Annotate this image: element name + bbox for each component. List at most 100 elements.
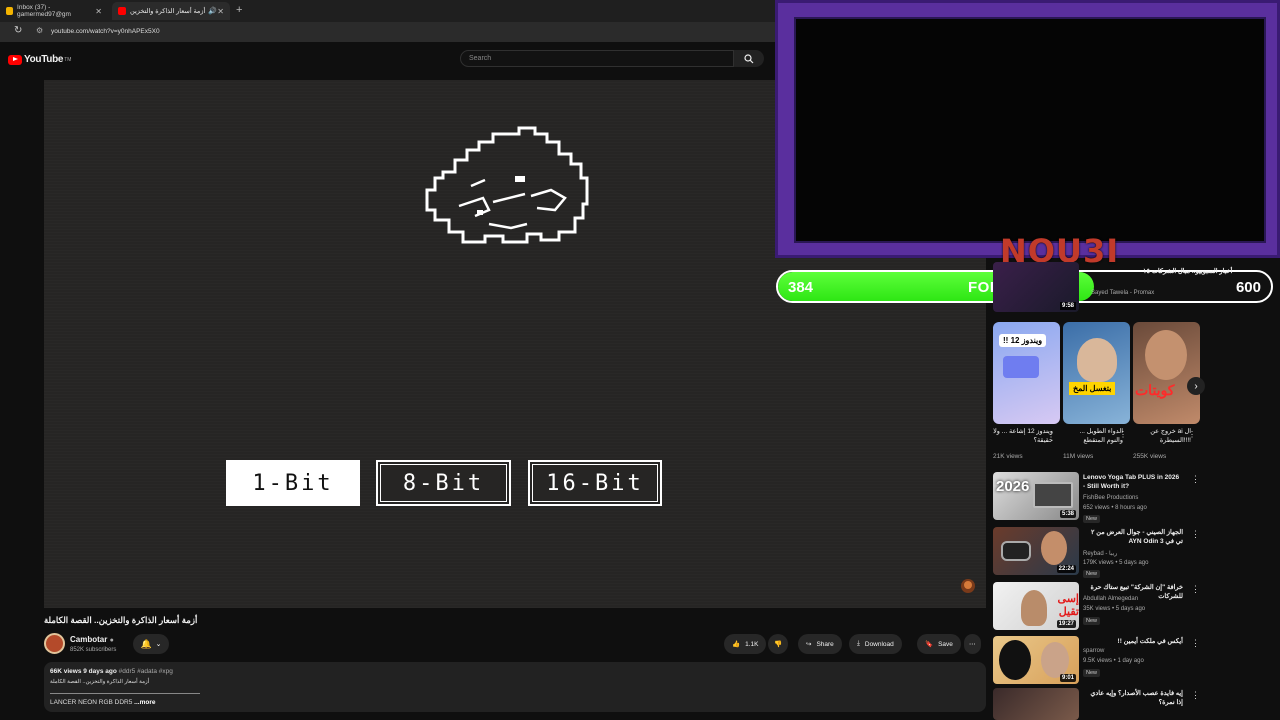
video-stats: 66K views 9 days ago #ddr5 #adata #xpg — [50, 668, 173, 675]
channel-name[interactable]: sparrow — [1083, 648, 1104, 654]
thumbnail: 2026 5:38 — [993, 472, 1079, 520]
short-thumb-2[interactable]: بتغسل المخ — [1063, 322, 1130, 424]
view-count: 35K views • 5 days ago — [1083, 606, 1146, 612]
close-icon[interactable]: ✕ — [95, 7, 102, 16]
short-badge: بتغسل المخ — [1069, 382, 1116, 395]
share-icon: ↪ — [806, 641, 812, 648]
tablet-graphic — [1033, 482, 1073, 508]
close-icon[interactable]: ✕ — [217, 7, 224, 16]
more-actions-button[interactable]: ⋯ — [964, 634, 981, 654]
save-label: Save — [938, 640, 953, 648]
bit-option-16[interactable]: 16-Bit — [528, 460, 662, 506]
short-badge: ويندوز 12 !! — [999, 334, 1047, 347]
like-button[interactable]: 👍 1.1K — [724, 634, 767, 654]
more-icon[interactable]: ⋮ — [1119, 430, 1127, 439]
search-button[interactable] — [734, 50, 764, 67]
thumbnail — [993, 688, 1079, 720]
recommendation-item[interactable]: 2026 5:38 Lenovo Yoga Tab PLUS in 2026 -… — [993, 472, 1273, 524]
handheld-graphic — [1001, 541, 1031, 561]
channel-name[interactable]: Abdullah Almegedan — [1083, 596, 1138, 602]
short-title[interactable]: الدواء الطويل ... والنوم المتقطع — [1063, 427, 1123, 445]
short-badge: كويتات — [1135, 382, 1175, 398]
avatar[interactable] — [44, 633, 65, 654]
thumbnail: 9:58 — [993, 262, 1079, 312]
download-label: Download — [864, 640, 894, 648]
url-field[interactable]: youtube.com/watch?v=y0nhAPEx5X0 — [51, 28, 160, 35]
more-link[interactable]: ...more — [134, 699, 155, 706]
short-title[interactable]: ويندوز 12 إشاعة ... ولا حقيقة؟ — [993, 427, 1053, 445]
shorts-shelf: ويندوز 12 !! بتغسل المخ كويتات ويندوز 12… — [993, 322, 1203, 462]
verified-icon: ● — [109, 637, 114, 644]
thumb-text: 2026 — [996, 478, 1030, 495]
thumbnail: 22:24 — [993, 527, 1079, 575]
tab-label: أزمة أسعار الذاكرة والتخزين — [130, 8, 206, 15]
duration-badge: 9:01 — [1059, 674, 1076, 682]
new-badge: New — [1083, 617, 1101, 625]
new-badge: New — [1083, 669, 1101, 677]
more-icon[interactable]: ⋮ — [1047, 430, 1055, 439]
channel-name-text: Cambotar — [70, 635, 108, 644]
windows-graphic — [1003, 356, 1039, 378]
more-icon[interactable]: ⋮ — [1191, 584, 1200, 595]
reload-icon[interactable]: ↻ — [14, 25, 22, 36]
bit-option-1[interactable]: 1-Bit — [226, 460, 360, 506]
dislike-button[interactable]: 👎 — [768, 634, 789, 654]
followers-current: 384 — [788, 279, 814, 296]
download-icon: ⤓ — [857, 640, 860, 647]
tab-inbox[interactable]: Inbox (37) - gamermed97@gm ✕ — [0, 2, 108, 20]
more-icon[interactable]: ⋮ — [1191, 638, 1200, 649]
thumbnail: إسى تقيل 19:27 — [993, 582, 1079, 630]
channel-name[interactable]: Cambotar ● — [70, 635, 114, 644]
thumbnail: 9:01 — [993, 636, 1079, 684]
recommendation-item[interactable]: إسى تقيل 19:27 خرافة "إن الشركة" تبيع ست… — [993, 582, 1273, 634]
more-icon[interactable]: ⋮ — [1191, 690, 1200, 701]
gmail-icon — [6, 7, 14, 15]
tab-youtube[interactable]: أزمة أسعار الذاكرة والتخزين 🔊 ✕ — [112, 2, 230, 20]
duration-badge: 9:58 — [1059, 302, 1076, 310]
view-count: 179K views • 5 days ago — [1083, 560, 1149, 566]
description-box[interactable]: 66K views 9 days ago #ddr5 #adata #xpg أ… — [44, 662, 986, 712]
youtube-logo[interactable]: YouTube TM — [8, 54, 71, 65]
short-thumb-1[interactable]: ويندوز 12 !! — [993, 322, 1060, 424]
recommendation-item[interactable]: إيه فايدة عصب الأصدار؟ وإيه عادي إذا نمر… — [993, 688, 1273, 720]
channel-watermark-icon[interactable] — [960, 578, 976, 594]
more-icon[interactable]: ⋮ — [1191, 474, 1200, 485]
speaker-icon[interactable]: 🔊 — [208, 7, 217, 15]
hashtags[interactable]: #ddr5 #adata #xpg — [119, 668, 173, 675]
channel-name[interactable]: Reybad - ريبا — [1083, 550, 1117, 557]
search-input[interactable]: Search — [460, 50, 734, 67]
download-button[interactable]: ⤓ Download — [849, 634, 902, 654]
view-count: 66K views — [50, 668, 82, 675]
partial-recommendation[interactable]: 9:58 أخبار السبوبيو.. مبال الشركات ١٥ Sa… — [993, 262, 1232, 312]
recommendation-item[interactable]: 22:24 الجهاز الصيني - جوال العرض من ٢ تي… — [993, 527, 1273, 579]
view-count: 9.5K views • 1 day ago — [1083, 658, 1144, 664]
more-icon[interactable]: ⋮ — [1188, 430, 1196, 439]
video-title: أزمة أسعار الذاكرة والتخزين.. القصة الكا… — [44, 615, 198, 625]
product-name: LANCER NEON RGB DDR5 — [50, 699, 133, 706]
duration-badge: 5:38 — [1059, 510, 1076, 518]
short-thumb-3[interactable]: كويتات — [1133, 322, 1200, 424]
new-badge: New — [1083, 515, 1101, 523]
channel-name: Sayed Tawela - Promax — [1091, 290, 1155, 296]
person-face — [1145, 330, 1187, 380]
youtube-play-icon — [8, 54, 22, 65]
upload-age: 9 days ago — [83, 668, 117, 675]
more-icon[interactable]: ⋮ — [1191, 529, 1200, 540]
bit-option-8[interactable]: 8-Bit — [376, 460, 511, 506]
channel-name[interactable]: FishBee Productions — [1083, 495, 1138, 501]
bookmark-icon: 🔖 — [925, 641, 934, 648]
save-button[interactable]: 🔖 Save — [917, 634, 961, 654]
short-title[interactable]: خروج عن ai ال السيطرة!!!! — [1131, 427, 1191, 445]
notification-bell-button[interactable]: 🔔 ⌄ — [133, 634, 169, 654]
new-tab-button[interactable]: + — [236, 4, 242, 16]
site-info-icon[interactable]: ⚙ — [36, 26, 43, 35]
video-title: أخبار السبوبيو.. مبال الشركات ١٥ — [1143, 268, 1233, 275]
webcam-area — [794, 17, 1266, 243]
share-button[interactable]: ↪ Share — [798, 634, 842, 654]
like-count: 1.1K — [745, 640, 759, 648]
shorts-next-button[interactable]: › — [1187, 377, 1205, 395]
person-face — [1077, 338, 1117, 382]
thumbs-down-icon: 👎 — [774, 641, 783, 648]
recommendation-item[interactable]: 9:01 أيكس في ملكت أيمين !! sparrow 9.5K … — [993, 636, 1273, 688]
thumbs-up-icon: 👍 — [732, 641, 741, 648]
